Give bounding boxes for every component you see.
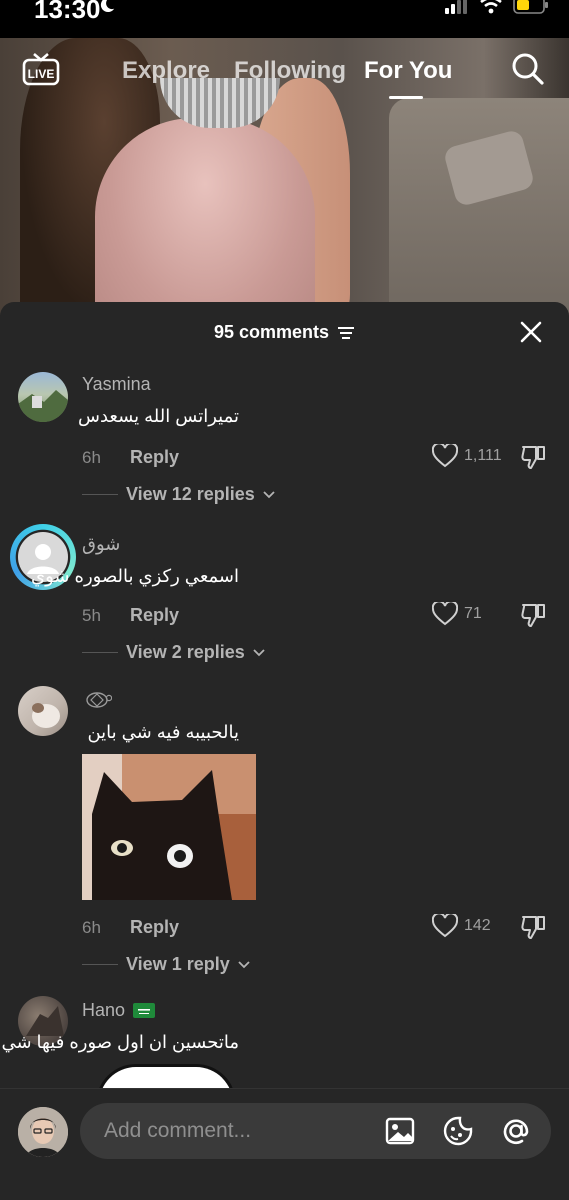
avatar-photo-icon — [32, 703, 60, 728]
dislike-icon[interactable] — [520, 602, 546, 628]
view-replies-divider — [82, 964, 118, 965]
comments-sheet: 95 comments Yasmina تميراتس الله يسعدس 6… — [0, 302, 569, 1200]
emoji-sticker-icon[interactable] — [442, 1115, 474, 1147]
view-replies-label: View 12 replies — [126, 484, 255, 504]
avatar[interactable] — [18, 372, 68, 422]
tab-active-indicator — [389, 96, 423, 99]
view-replies-button[interactable]: View 12 replies — [82, 484, 275, 505]
comment-text: تميراتس الله يسعدس — [77, 406, 239, 426]
like-button[interactable]: 71 — [432, 602, 482, 626]
comment-count-label: 95 comments — [213, 322, 330, 342]
sheet-header: 95 comments — [0, 302, 569, 362]
heart-icon — [432, 914, 458, 938]
heart-icon — [432, 602, 458, 626]
signal-icon — [445, 0, 467, 14]
comment-time: 5h — [82, 606, 101, 625]
view-replies-label: View 2 replies — [126, 642, 245, 662]
tab-for-you[interactable]: For You — [364, 57, 452, 85]
status-bar: 13:30 — [0, 0, 569, 38]
video-room — [389, 98, 569, 318]
status-icons — [445, 0, 549, 14]
like-count: 1,111 — [464, 447, 502, 464]
like-button[interactable]: 1,111 — [432, 444, 502, 468]
comment-text: اسمعي ركزي بالصوره شوي — [31, 566, 239, 586]
avatar[interactable] — [18, 686, 68, 736]
comment-text: يالحبيبه فيه شي باين — [87, 722, 239, 742]
like-count: 71 — [464, 605, 482, 622]
avatar-landscape-icon — [18, 390, 68, 422]
comment-time: 6h — [82, 918, 101, 937]
tab-following[interactable]: Following — [234, 57, 346, 85]
search-icon[interactable] — [511, 52, 545, 86]
dislike-icon[interactable] — [520, 444, 546, 470]
heart-icon — [432, 444, 458, 468]
dislike-icon[interactable] — [520, 914, 546, 940]
comment-image[interactable] — [82, 754, 256, 900]
comment-time: 6h — [82, 448, 101, 467]
video-dress — [95, 118, 315, 318]
image-icon[interactable] — [384, 1115, 416, 1147]
close-icon[interactable] — [519, 320, 543, 344]
saudi-flag-icon — [133, 1003, 156, 1018]
mention-icon[interactable] — [500, 1115, 532, 1147]
like-button[interactable]: 142 — [432, 914, 491, 938]
reply-button[interactable]: Reply — [130, 605, 179, 626]
chevron-down-icon — [238, 960, 250, 968]
cat-photo — [82, 754, 256, 900]
svg-text:LIVE: LIVE — [28, 67, 55, 81]
comment-count: 95 comments — [0, 322, 569, 343]
reply-button[interactable]: Reply — [130, 447, 179, 468]
comment-composer — [0, 1088, 569, 1200]
comment-username-row[interactable]: Hano — [82, 1000, 156, 1021]
comment-username: Hano — [82, 1000, 126, 1020]
battery-icon — [513, 0, 548, 14]
comment-username[interactable]: Yasmina — [82, 374, 151, 395]
top-nav: LIVE Explore Following For You — [0, 38, 569, 108]
view-replies-button[interactable]: View 2 replies — [82, 642, 265, 663]
avatar-photo-icon — [18, 1107, 68, 1157]
chevron-down-icon — [263, 490, 275, 498]
comment-input[interactable] — [104, 1117, 364, 1145]
wifi-icon — [480, 0, 502, 14]
view-replies-divider — [82, 494, 118, 495]
view-replies-button[interactable]: View 1 reply — [82, 954, 250, 975]
moon-icon — [100, 0, 115, 12]
turtle-emoji-icon — [86, 692, 112, 708]
view-replies-divider — [82, 652, 118, 653]
tab-explore[interactable]: Explore — [122, 57, 210, 85]
comment-text: ماتحسين ان اول صوره فيها شي — [1, 1032, 239, 1052]
reply-button[interactable]: Reply — [130, 917, 179, 938]
status-time: 13:30 — [34, 0, 101, 24]
comment-input-box[interactable] — [80, 1103, 551, 1159]
chevron-down-icon — [253, 648, 265, 656]
filter-icon[interactable] — [337, 326, 355, 340]
view-replies-label: View 1 reply — [126, 954, 230, 974]
current-user-avatar[interactable] — [18, 1107, 68, 1157]
live-icon[interactable]: LIVE — [22, 52, 60, 88]
like-count: 142 — [464, 917, 491, 934]
comment-username[interactable]: شوق — [82, 534, 120, 555]
